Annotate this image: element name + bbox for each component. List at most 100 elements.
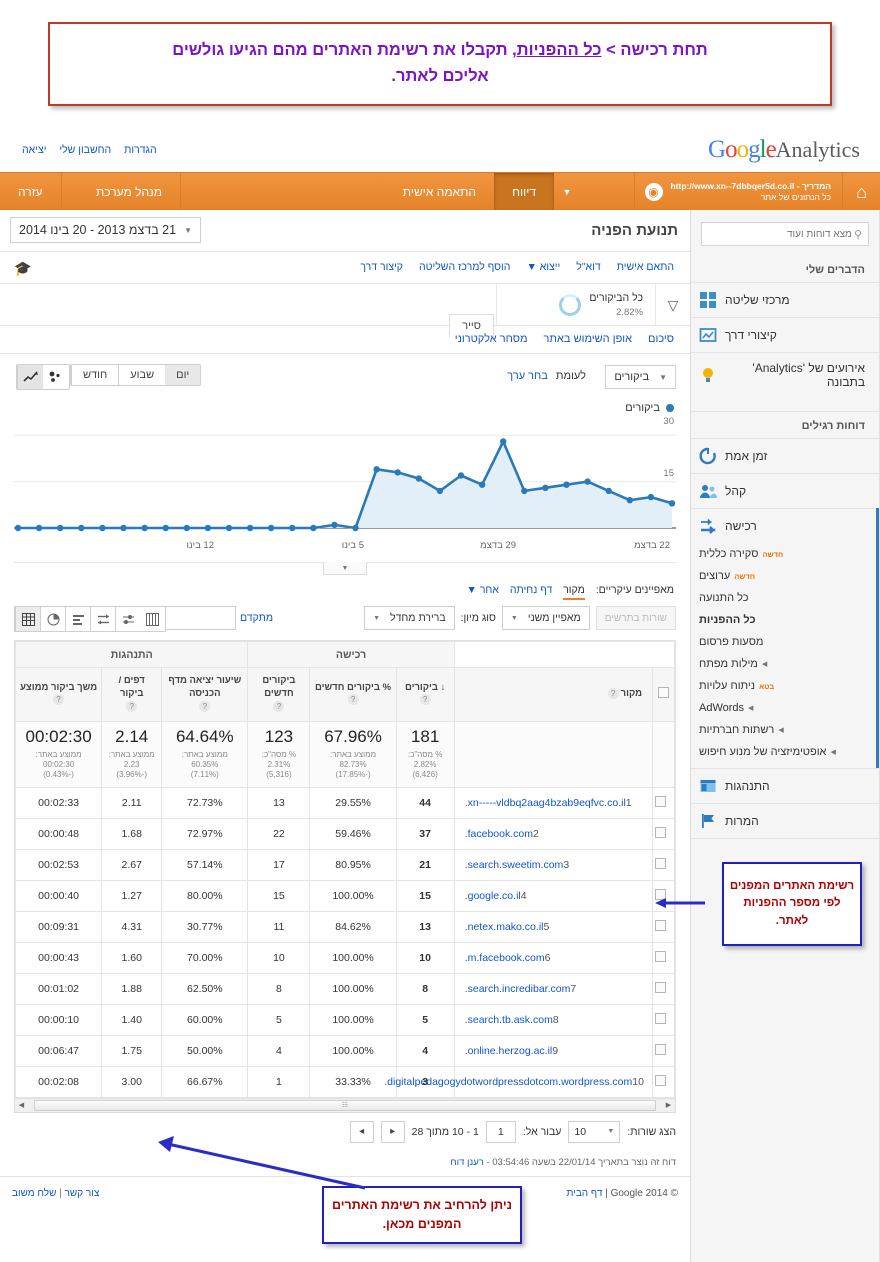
table-row[interactable]: search.incredibar.com7.8100.00%862.50%1.… bbox=[16, 973, 675, 1004]
table-row[interactable]: digitalpedagogydotwordpressdotcom.wordpr… bbox=[16, 1066, 675, 1097]
row-checkbox-cell[interactable] bbox=[652, 942, 674, 973]
checkbox-icon[interactable] bbox=[655, 982, 666, 993]
help-icon[interactable]: ? bbox=[53, 694, 64, 705]
row-checkbox-cell[interactable] bbox=[652, 1035, 674, 1066]
source-link[interactable]: search.incredibar.com bbox=[468, 983, 571, 995]
footer-home-link[interactable]: דף הבית bbox=[567, 1188, 603, 1199]
column-header-avg-duration[interactable]: משך ביקור ממוצע? bbox=[16, 668, 102, 722]
source-link[interactable]: google.co.il bbox=[468, 890, 521, 902]
table-view-icon[interactable] bbox=[15, 607, 40, 631]
subtab-ecommerce[interactable]: מסחר אלקטרוני bbox=[455, 333, 528, 345]
sidebar-subitem-adwords[interactable]: AdWords ◀ bbox=[691, 697, 876, 719]
sidebar-subitem-keywords[interactable]: מילות מפתח ◀ bbox=[691, 653, 876, 675]
primary-dimension-source[interactable]: מקור bbox=[563, 584, 585, 600]
bar-view-icon[interactable] bbox=[65, 607, 90, 631]
source-link[interactable]: search.tb.ask.com bbox=[468, 1014, 553, 1026]
checkbox-icon[interactable] bbox=[655, 951, 666, 962]
checkbox-icon[interactable] bbox=[655, 1013, 666, 1024]
granularity-month[interactable]: חודש bbox=[71, 365, 118, 385]
cell-source[interactable]: online.herzog.ac.il9. bbox=[454, 1035, 652, 1066]
pivot-view-icon[interactable] bbox=[140, 607, 165, 631]
segment-chip-all-visits[interactable]: כל הביקורים 2.82% bbox=[496, 284, 656, 326]
row-checkbox-cell[interactable] bbox=[652, 787, 674, 818]
sidebar-subitem-social[interactable]: רשתות חברתיות ◀ bbox=[691, 719, 876, 741]
metric-selector[interactable]: ▼ ביקורים bbox=[605, 365, 676, 389]
my-account-link[interactable]: החשבון שלי bbox=[59, 144, 111, 156]
rows-per-page-select[interactable]: ▼ 10 bbox=[568, 1121, 620, 1143]
tab-reporting[interactable]: דיווח bbox=[494, 173, 554, 211]
row-checkbox-cell[interactable] bbox=[652, 1004, 674, 1035]
checkbox-icon[interactable] bbox=[655, 1044, 666, 1055]
next-page-button[interactable]: ◂ bbox=[350, 1121, 374, 1143]
checkbox-icon[interactable] bbox=[655, 920, 666, 931]
segment-expand-button[interactable]: ▽ bbox=[656, 284, 690, 326]
source-link[interactable]: online.herzog.ac.il bbox=[468, 1045, 553, 1057]
sidebar-item-realtime[interactable]: זמן אמת bbox=[691, 438, 879, 473]
settings-link[interactable]: הגדרות bbox=[124, 144, 157, 156]
column-header-new-visits-pct[interactable]: % ביקורים חדשים? bbox=[310, 668, 396, 722]
source-link[interactable]: xn-----vldbq2aag4bzab9eqfvc.co.il bbox=[468, 797, 626, 809]
tab-help[interactable]: עזרה bbox=[0, 173, 62, 211]
refresh-report-link[interactable]: רענן דוח bbox=[450, 1157, 483, 1168]
source-link[interactable]: netex.mako.co.il bbox=[468, 921, 544, 933]
sidebar-subitem-channels[interactable]: ערוצים חדשה bbox=[691, 565, 876, 587]
goto-page-input[interactable]: 1 bbox=[486, 1121, 516, 1143]
sidebar-subitem-campaigns[interactable]: מסעות פרסום bbox=[691, 631, 876, 653]
tab-customization[interactable]: התאמה אישית bbox=[385, 173, 494, 211]
cell-source[interactable]: search.incredibar.com7. bbox=[454, 973, 652, 1004]
sidebar-subitem-cost-analysis[interactable]: ניתוח עלויות בטא bbox=[691, 675, 876, 697]
comparison-view-icon[interactable] bbox=[90, 607, 115, 631]
cell-source[interactable]: search.tb.ask.com8. bbox=[454, 1004, 652, 1035]
row-checkbox-cell[interactable] bbox=[652, 880, 674, 911]
sidebar-item-acquisition[interactable]: רכישה bbox=[691, 508, 876, 543]
primary-dimension-landing-page[interactable]: דף נחיתה bbox=[510, 584, 552, 596]
sidebar-item-behavior[interactable]: התנהגות bbox=[691, 768, 879, 803]
select-all-checkbox-header[interactable] bbox=[652, 668, 674, 722]
sort-type-dropdown[interactable]: ברירת מחדל ▼ bbox=[364, 606, 455, 630]
cell-source[interactable]: google.co.il4. bbox=[454, 880, 652, 911]
row-checkbox-cell[interactable] bbox=[652, 973, 674, 1004]
select-metric-link[interactable]: בחר ערך bbox=[507, 370, 548, 382]
checkbox-icon[interactable] bbox=[655, 1075, 666, 1086]
source-link[interactable]: facebook.com bbox=[468, 828, 533, 840]
source-link[interactable]: search.sweetim.com bbox=[468, 859, 564, 871]
scrollbar-track[interactable]: ☷ bbox=[28, 1100, 662, 1111]
date-range-selector[interactable]: ▼ 21 בדצמ 2013 - 20 בינו 2014 bbox=[10, 217, 201, 243]
cell-source[interactable]: xn-----vldbq2aag4bzab9eqfvc.co.il1. bbox=[454, 787, 652, 818]
help-icon[interactable]: ? bbox=[199, 701, 210, 712]
home-icon[interactable]: ⌂ bbox=[842, 173, 880, 211]
table-row[interactable]: search.sweetim.com3.2180.95%1757.14%2.67… bbox=[16, 849, 675, 880]
cell-source[interactable]: search.sweetim.com3. bbox=[454, 849, 652, 880]
granularity-week[interactable]: שבוע bbox=[118, 365, 165, 385]
checkbox-icon[interactable] bbox=[655, 827, 666, 838]
customize-action[interactable]: התאם אישית bbox=[617, 261, 674, 273]
row-checkbox-cell[interactable] bbox=[652, 849, 674, 880]
table-row[interactable]: xn-----vldbq2aag4bzab9eqfvc.co.il1.4429.… bbox=[16, 787, 675, 818]
help-icon[interactable]: ? bbox=[608, 688, 619, 699]
table-row[interactable]: facebook.com2.3759.46%2272.97%1.6800:00:… bbox=[16, 818, 675, 849]
row-checkbox-cell[interactable] bbox=[652, 911, 674, 942]
table-row[interactable]: google.co.il4.15100.00%1580.00%1.2700:00… bbox=[16, 880, 675, 911]
cell-source[interactable]: m.facebook.com6. bbox=[454, 942, 652, 973]
sidebar-item-conversions[interactable]: המרות bbox=[691, 803, 879, 838]
table-row[interactable]: search.tb.ask.com8.5100.00%560.00%1.4000… bbox=[16, 1004, 675, 1035]
pie-view-icon[interactable] bbox=[40, 607, 65, 631]
property-selector[interactable]: המדריך - http://www.xn--7dbbqer5d.co.il … bbox=[634, 173, 842, 211]
sidebar-item-shortcuts[interactable]: קיצורי דרך bbox=[691, 317, 879, 352]
search-input[interactable] bbox=[708, 228, 854, 241]
sidebar-item-intelligence-events[interactable]: אירועים של 'Analytics' בתבונה bbox=[691, 352, 879, 397]
help-icon[interactable]: ? bbox=[420, 694, 431, 705]
granularity-day[interactable]: יום bbox=[165, 365, 200, 385]
help-icon[interactable]: ? bbox=[273, 701, 284, 712]
subtab-summary[interactable]: סיכום bbox=[648, 333, 674, 345]
primary-dimension-other[interactable]: אחר ▼ bbox=[467, 584, 499, 596]
sidebar-subitem-all-traffic[interactable]: כל התנועה bbox=[691, 587, 876, 609]
column-header-pages-per-visit[interactable]: דפים / ביקור? bbox=[102, 668, 162, 722]
column-header-bounce-rate[interactable]: שיעור יציאה מדף הכניסה? bbox=[162, 668, 248, 722]
column-header-visits[interactable]: ↓ ביקורים? bbox=[396, 668, 454, 722]
scatter-chart-icon[interactable] bbox=[43, 365, 69, 389]
sidebar-search[interactable]: ⚲ bbox=[701, 222, 869, 246]
cell-source[interactable]: netex.mako.co.il5. bbox=[454, 911, 652, 942]
graduation-cap-icon[interactable]: 🎓 bbox=[14, 260, 31, 277]
shortcut-action[interactable]: קיצור דרך bbox=[360, 261, 403, 273]
